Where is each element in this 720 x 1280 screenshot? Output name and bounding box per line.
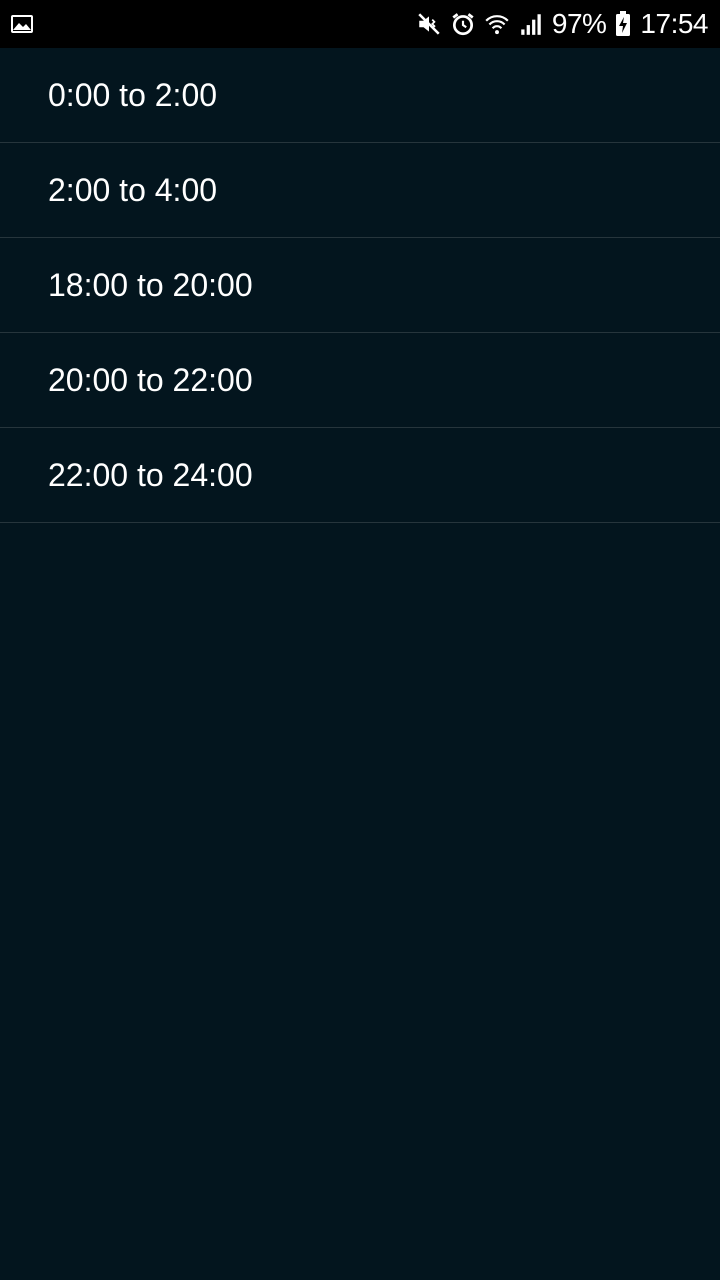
battery-percent: 97% <box>551 8 607 39</box>
time-slot-item[interactable]: 2:00 to 4:00 <box>0 143 720 238</box>
wifi-icon <box>484 11 510 37</box>
time-slot-label: 22:00 to 24:00 <box>48 456 253 493</box>
signal-icon <box>518 11 544 37</box>
status-icons: 97% 17:54 <box>416 0 708 48</box>
time-slot-label: 2:00 to 4:00 <box>48 171 218 208</box>
time-slot-item[interactable]: 22:00 to 24:00 <box>0 428 720 523</box>
time-slot-label: 20:00 to 22:00 <box>48 361 253 398</box>
time-slot-item[interactable]: 20:00 to 22:00 <box>0 333 720 428</box>
time-slot-label: 18:00 to 20:00 <box>48 266 253 303</box>
time-slot-item[interactable]: 0:00 to 2:00 <box>0 48 720 143</box>
time-slot-list: 0:00 to 2:00 2:00 to 4:00 18:00 to 20:00… <box>0 48 720 523</box>
image-notification-icon <box>10 12 34 36</box>
clock: 17:54 <box>640 8 708 39</box>
time-slot-item[interactable]: 18:00 to 20:00 <box>0 238 720 333</box>
time-slot-label: 0:00 to 2:00 <box>48 76 218 113</box>
alarm-icon <box>450 11 476 37</box>
status-bar: 97% 17:54 <box>0 0 720 48</box>
mute-icon <box>416 11 442 37</box>
battery-charging-icon <box>614 11 632 37</box>
